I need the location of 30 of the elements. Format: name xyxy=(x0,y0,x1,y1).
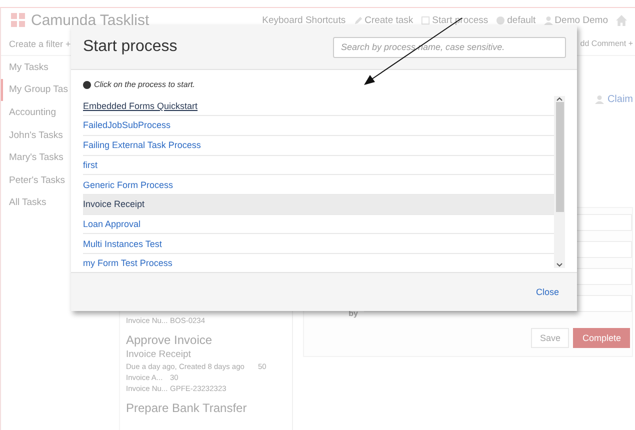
search-field[interactable]: Search by process name, case sensitive. xyxy=(333,36,566,58)
process-item[interactable]: first xyxy=(83,156,554,176)
process-item[interactable]: Embedded Forms Quickstart xyxy=(83,96,554,116)
claim-link[interactable]: Claim xyxy=(595,94,633,105)
nav-link[interactable]: default xyxy=(496,14,536,26)
down-caret-icon xyxy=(556,262,563,268)
nav-link[interactable]: Demo Demo xyxy=(544,14,608,26)
task-title[interactable]: Prepare Bank Transfer xyxy=(126,401,286,415)
process-item[interactable]: Multi Instances Test xyxy=(83,234,554,254)
nav-link[interactable]: Create task xyxy=(354,14,414,26)
app-title: Camunda Tasklist xyxy=(31,12,150,28)
process-name: Invoice Receipt xyxy=(126,349,192,360)
process-item[interactable]: Loan Approval xyxy=(83,214,554,234)
create-filter-link[interactable]: Create a filter + xyxy=(9,38,71,48)
process-item[interactable]: Failing External Task Process xyxy=(83,136,554,156)
up-caret-icon xyxy=(556,96,563,102)
process-item[interactable]: Invoice Receipt xyxy=(83,194,554,215)
save-button[interactable]: Save xyxy=(530,328,570,348)
scrollbar[interactable] xyxy=(554,96,565,268)
close-link[interactable]: Close xyxy=(536,287,559,298)
add-comment-link[interactable]: dd Comment + xyxy=(580,39,633,48)
task-title[interactable]: Approve Invoice xyxy=(126,333,286,347)
dialog-title: Start process xyxy=(83,38,178,56)
field-label: by xyxy=(348,308,358,318)
complete-button[interactable]: Complete xyxy=(573,328,630,348)
user-icon xyxy=(595,95,604,104)
nav-link[interactable]: Keyboard Shortcuts xyxy=(262,14,346,26)
logo-icon xyxy=(11,13,25,27)
home-icon xyxy=(616,14,627,26)
process-item[interactable]: FailedJobSubProcess xyxy=(83,116,554,136)
